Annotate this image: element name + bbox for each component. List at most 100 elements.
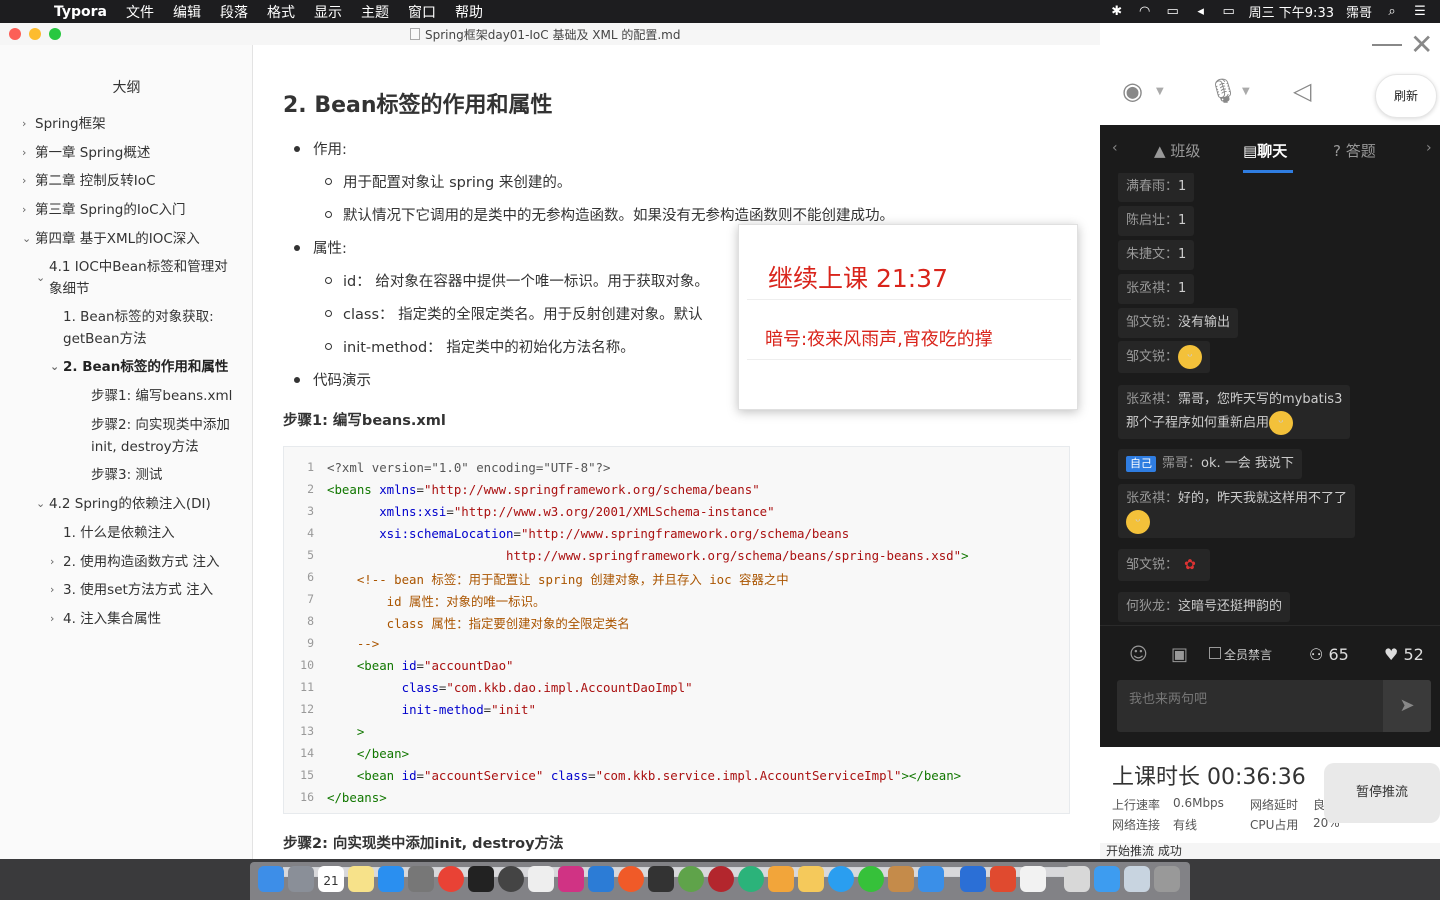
menu-view[interactable]: 显示 <box>314 2 342 22</box>
minimize-window-button[interactable] <box>29 28 41 40</box>
folder-icon[interactable] <box>1064 866 1090 892</box>
tab-class[interactable]: ▲ 班级 <box>1154 140 1200 161</box>
outline-item[interactable]: 步骤2: 向实现类中添加 <box>91 414 230 436</box>
sourcetree-icon[interactable] <box>678 866 704 892</box>
terminal-icon[interactable] <box>468 866 494 892</box>
wifi-icon[interactable]: ◠ <box>1137 4 1153 19</box>
outline-item[interactable]: 1. 什么是依赖注入 <box>63 522 175 544</box>
app-icon[interactable] <box>918 866 944 892</box>
camera-icon[interactable]: ◉ <box>1122 77 1143 105</box>
outline-item[interactable]: ⌄ 4.2 Spring的依赖注入(DI) <box>36 493 211 515</box>
launchpad-icon[interactable] <box>288 866 314 892</box>
chevron-down-icon[interactable]: ⌄ <box>36 267 45 289</box>
image-icon[interactable]: ▣ <box>1171 644 1188 665</box>
tab-quiz[interactable]: ? 答题 <box>1333 140 1376 161</box>
datagrip-icon[interactable] <box>648 866 674 892</box>
intellij-icon[interactable] <box>558 866 584 892</box>
outline-item[interactable]: › 4. 注入集合属性 <box>50 608 161 630</box>
typora-icon[interactable] <box>528 866 554 892</box>
outline-item[interactable]: 步骤1: 编写beans.xml <box>91 385 232 407</box>
outline-item[interactable]: › 第二章 控制反转IoC <box>22 170 155 192</box>
chevron-left-icon[interactable]: ‹ <box>1112 140 1118 156</box>
chevron-right-icon[interactable]: › <box>22 142 26 164</box>
chevron-right-icon[interactable]: › <box>50 608 54 630</box>
outline-item[interactable]: › 3. 使用set方法方式 注入 <box>50 579 213 601</box>
outline-item[interactable]: › 2. 使用构造函数方式 注入 <box>50 551 219 573</box>
outline-item[interactable]: init, destroy方法 <box>91 436 199 458</box>
menu-window[interactable]: 窗口 <box>408 2 436 22</box>
menu-clock[interactable]: 周三 下午9:33 <box>1249 2 1334 21</box>
zoom-window-button[interactable] <box>49 28 61 40</box>
close-window-button[interactable] <box>9 28 21 40</box>
outline-item[interactable]: getBean方法 <box>63 328 147 350</box>
outline-item[interactable]: ⌄ 象细节 <box>36 271 90 300</box>
menu-edit[interactable]: 编辑 <box>173 2 201 22</box>
chrome-icon[interactable] <box>438 866 464 892</box>
chevron-down-icon[interactable]: ▼ <box>1242 86 1250 97</box>
vscode-icon[interactable] <box>588 866 614 892</box>
outline-item[interactable]: › Spring框架 <box>22 113 106 135</box>
menu-user[interactable]: 霈哥 <box>1346 2 1372 21</box>
outline-item[interactable]: 步骤3: 测试 <box>91 464 162 486</box>
chevron-down-icon[interactable]: ⌄ <box>50 356 59 378</box>
chevron-right-icon[interactable]: › <box>50 551 54 573</box>
outline-item[interactable]: 4.1 IOC中Bean标签和管理对 <box>49 256 228 278</box>
outline-item[interactable]: ⌄ 第四章 基于XML的IOC深入 <box>22 228 200 250</box>
spotlight-icon[interactable]: ⌕ <box>1384 4 1400 19</box>
chevron-down-icon[interactable]: ⌄ <box>36 493 45 515</box>
downloads-folder-icon[interactable] <box>1094 866 1120 892</box>
mute-all-checkbox[interactable] <box>1209 647 1221 659</box>
emoji-picker-icon[interactable]: ☺ <box>1129 644 1148 665</box>
app-icon[interactable] <box>798 866 824 892</box>
chat-input[interactable]: 我也来两句吧 ➤ <box>1117 680 1431 732</box>
redis-icon[interactable] <box>708 866 734 892</box>
pause-stream-button[interactable]: 暂停推流 <box>1324 763 1440 823</box>
outline-item[interactable]: › 第三章 Spring的IoC入门 <box>22 199 186 221</box>
outline-item[interactable]: › 第一章 Spring概述 <box>22 142 150 164</box>
close-icon[interactable]: ✕ <box>1410 28 1433 61</box>
app-icon[interactable] <box>828 866 854 892</box>
text-editor-icon[interactable] <box>1020 866 1046 892</box>
minimize-icon[interactable] <box>1372 44 1402 46</box>
chevron-right-icon[interactable]: › <box>22 113 26 135</box>
calendar-icon[interactable]: 21 <box>318 866 344 892</box>
editor-pane[interactable]: 2. Bean标签的作用和属性 作用: 用于配置对象让 spring 来创建的。… <box>254 45 1100 877</box>
menu-format[interactable]: 格式 <box>267 2 295 22</box>
camera-app-icon[interactable] <box>498 866 524 892</box>
chevron-down-icon[interactable]: ⌄ <box>22 228 31 250</box>
app-store-icon[interactable] <box>378 866 404 892</box>
chevron-right-icon[interactable]: › <box>1426 140 1432 156</box>
outline-item[interactable]: 1. Bean标签的对象获取: <box>63 306 214 328</box>
xmind-icon[interactable] <box>990 866 1016 892</box>
wps-icon[interactable] <box>960 866 986 892</box>
wechat-icon[interactable] <box>858 866 884 892</box>
menu-file[interactable]: 文件 <box>126 2 154 22</box>
menu-theme[interactable]: 主题 <box>361 2 389 22</box>
refresh-button[interactable]: 刷新 <box>1375 74 1437 118</box>
chevron-right-icon[interactable]: › <box>22 170 26 192</box>
send-button[interactable]: ➤ <box>1383 680 1431 732</box>
airplay-icon[interactable]: ▭ <box>1165 4 1181 19</box>
tab-chat[interactable]: ▤聊天 <box>1243 140 1287 161</box>
postman-icon[interactable] <box>618 866 644 892</box>
menu-app-name[interactable]: Typora <box>54 4 107 20</box>
menu-help[interactable]: 帮助 <box>455 2 483 22</box>
trash-icon[interactable] <box>1154 866 1180 892</box>
microphone-icon[interactable]: 🎙 <box>1208 77 1238 105</box>
system-preferences-icon[interactable] <box>408 866 434 892</box>
notification-center-icon[interactable]: ☰ <box>1412 4 1428 19</box>
outline-item-active[interactable]: ⌄ 2. Bean标签的作用和属性 <box>50 356 228 378</box>
bluetooth-icon[interactable]: ✱ <box>1109 4 1125 19</box>
finder-icon[interactable] <box>258 866 284 892</box>
app-icon[interactable] <box>738 866 764 892</box>
chevron-right-icon[interactable]: › <box>50 579 54 601</box>
battery-icon[interactable]: ▭ <box>1221 4 1237 19</box>
chevron-down-icon[interactable]: ▼ <box>1156 86 1164 97</box>
app-icon[interactable] <box>888 866 914 892</box>
chevron-right-icon[interactable]: › <box>22 199 26 221</box>
volume-icon[interactable]: ◂ <box>1193 4 1209 19</box>
speaker-icon[interactable]: ◁ <box>1293 77 1311 105</box>
app-icon[interactable] <box>768 866 794 892</box>
notes-icon[interactable] <box>348 866 374 892</box>
chat-messages[interactable]: 满春雨：1 陈启壮：1 朱捷文：1 张丞祺：1 邹文锐：没有输出 邹文锐： ᵕ 张… <box>1100 173 1440 625</box>
